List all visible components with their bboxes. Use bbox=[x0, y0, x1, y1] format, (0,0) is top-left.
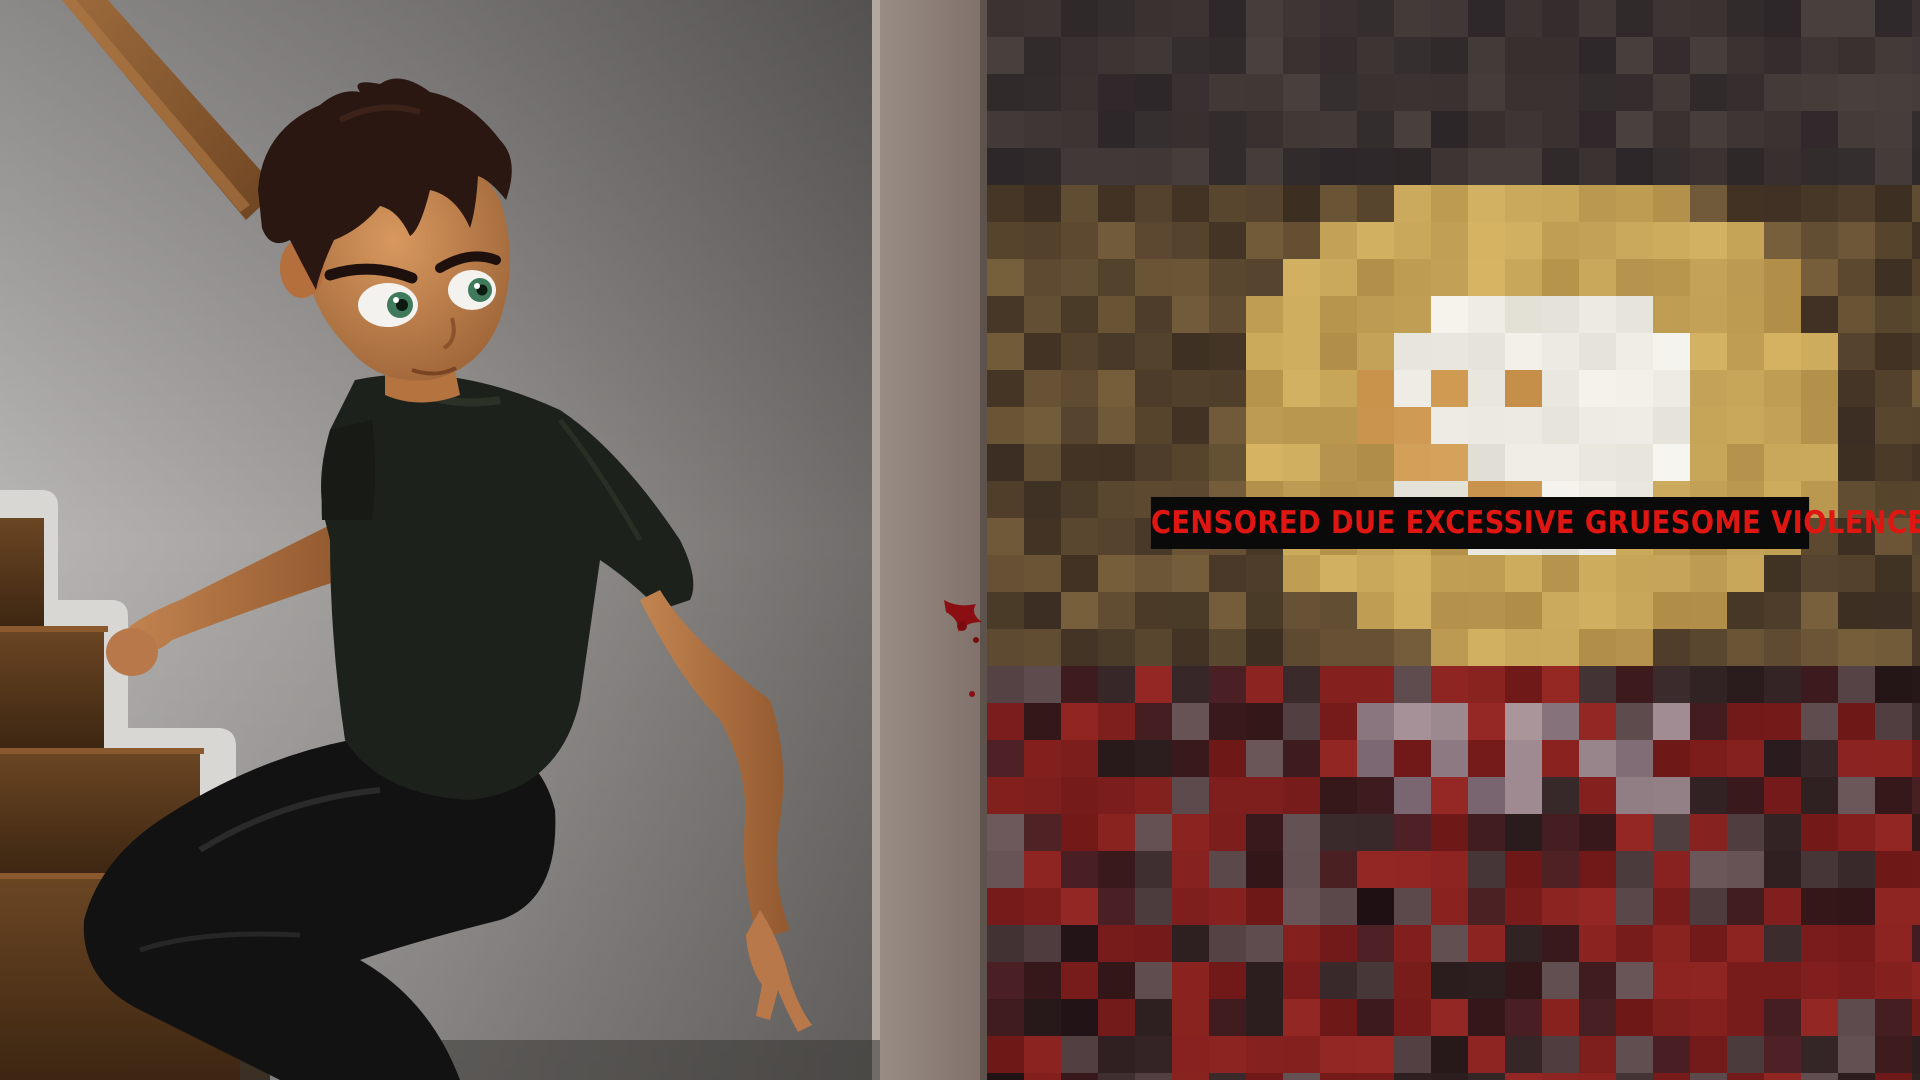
game-scene: CENSORED DUE EXCESSIVE GRUESOME VIOLENCE bbox=[0, 0, 1920, 1080]
censor-notice: CENSORED DUE EXCESSIVE GRUESOME VIOLENCE bbox=[1150, 497, 1920, 549]
door-frame bbox=[872, 0, 987, 1080]
left-hand bbox=[106, 628, 158, 676]
